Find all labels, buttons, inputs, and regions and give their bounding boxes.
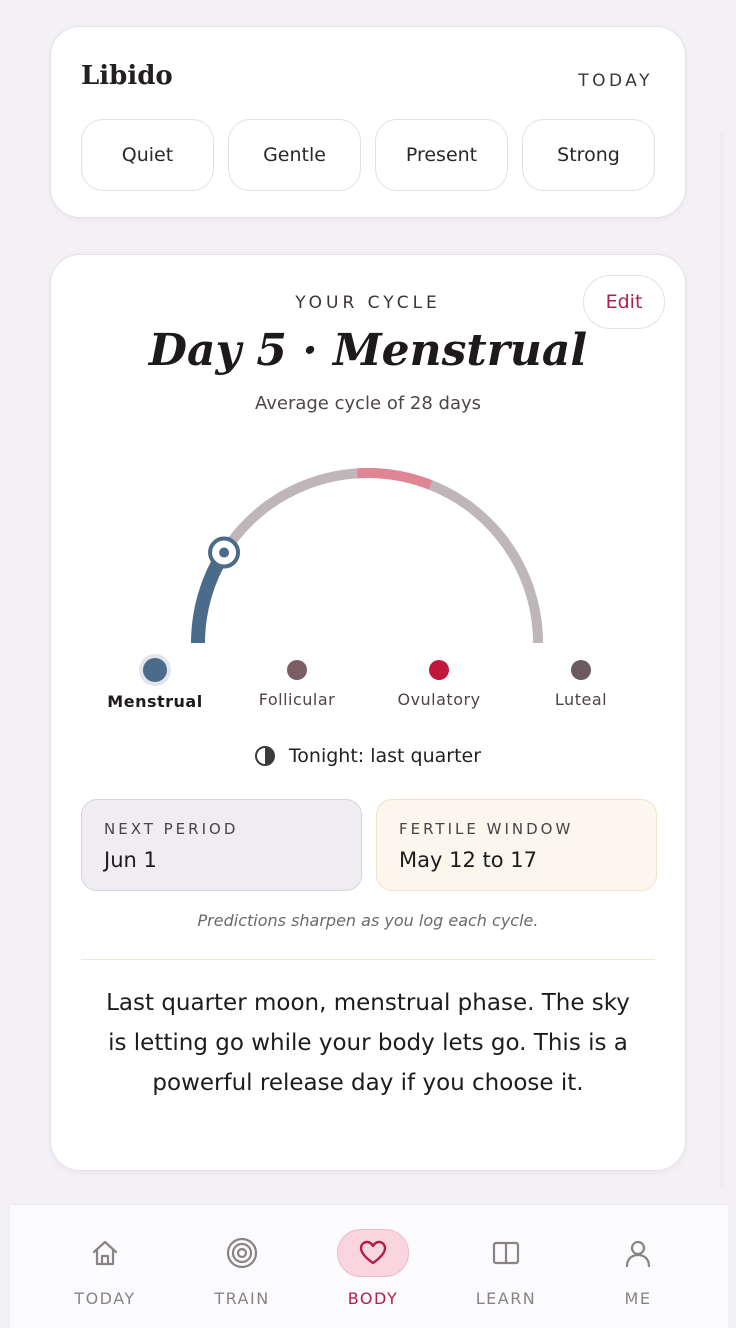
next-period-label: NEXT PERIOD bbox=[104, 820, 239, 838]
phase-luteal[interactable]: Luteal bbox=[511, 660, 651, 709]
nav-today-label: TODAY bbox=[74, 1289, 136, 1308]
phase-menstrual[interactable]: Menstrual bbox=[85, 658, 225, 711]
phase-dot-follicular bbox=[287, 660, 307, 680]
page-scrollbar[interactable] bbox=[720, 130, 724, 1190]
nav-train[interactable]: TRAIN bbox=[187, 1227, 297, 1308]
cycle-arc-ovulatory-segment bbox=[357, 468, 433, 490]
libido-option-strong[interactable]: Strong bbox=[522, 119, 655, 191]
phase-label-ovulatory: Ovulatory bbox=[397, 690, 481, 709]
moon-phase-row: Tonight: last quarter bbox=[51, 745, 685, 767]
libido-option-gentle[interactable]: Gentle bbox=[228, 119, 361, 191]
fertile-window-value: May 12 to 17 bbox=[399, 848, 537, 872]
half-moon-icon bbox=[254, 746, 275, 766]
phase-dot-menstrual bbox=[143, 658, 167, 682]
bottom-nav: TODAY TRAIN BODY LEARN ME bbox=[10, 1204, 728, 1328]
fertile-window-label: FERTILE WINDOW bbox=[399, 820, 574, 838]
target-icon bbox=[226, 1237, 258, 1269]
cycle-insight-text: Last quarter moon, menstrual phase. The … bbox=[106, 990, 630, 1096]
libido-title: Libido bbox=[81, 61, 173, 91]
libido-option-present[interactable]: Present bbox=[375, 119, 508, 191]
nav-learn-label: LEARN bbox=[475, 1289, 537, 1308]
phase-label-luteal: Luteal bbox=[554, 690, 608, 709]
next-period-box: NEXT PERIOD Jun 1 bbox=[81, 799, 362, 891]
divider bbox=[81, 959, 655, 960]
nav-me[interactable]: ME bbox=[583, 1227, 693, 1308]
nav-me-label: ME bbox=[624, 1289, 652, 1308]
cycle-headline: Day 5 · Menstrual bbox=[148, 325, 588, 376]
cycle-arc-track bbox=[193, 468, 543, 644]
libido-options: Quiet Gentle Present Strong bbox=[81, 119, 655, 191]
cycle-arc bbox=[191, 468, 543, 644]
libido-option-quiet[interactable]: Quiet bbox=[81, 119, 214, 191]
next-period-value: Jun 1 bbox=[104, 848, 157, 872]
nav-body-label: BODY bbox=[347, 1289, 399, 1308]
cycle-card: Edit YOUR CYCLE Day 5 · Menstrual Averag… bbox=[50, 254, 686, 1171]
nav-body-active-pill bbox=[337, 1229, 409, 1277]
home-icon bbox=[92, 1240, 118, 1266]
nav-today[interactable]: TODAY bbox=[50, 1227, 160, 1308]
phase-follicular[interactable]: Follicular bbox=[227, 660, 367, 709]
moon-phase-text: Tonight: last quarter bbox=[288, 745, 482, 767]
phase-dot-luteal bbox=[571, 660, 591, 680]
phase-dot-ovulatory bbox=[429, 660, 449, 680]
person-icon bbox=[625, 1240, 651, 1268]
prediction-note: Predictions sharpen as you log each cycl… bbox=[197, 911, 539, 930]
nav-train-label: TRAIN bbox=[214, 1289, 270, 1308]
nav-body[interactable]: BODY bbox=[318, 1227, 428, 1308]
cycle-day-marker-center bbox=[219, 547, 230, 558]
phase-ovulatory[interactable]: Ovulatory bbox=[369, 660, 509, 709]
book-icon bbox=[492, 1241, 520, 1265]
phase-label-menstrual: Menstrual bbox=[107, 692, 203, 711]
fertile-window-box: FERTILE WINDOW May 12 to 17 bbox=[376, 799, 657, 891]
libido-date-tag: TODAY bbox=[578, 71, 653, 91]
phase-label-follicular: Follicular bbox=[258, 690, 336, 709]
libido-card: Libido TODAY Quiet Gentle Present Strong bbox=[50, 26, 686, 218]
cycle-section-label: YOUR CYCLE bbox=[295, 293, 441, 313]
nav-learn[interactable]: LEARN bbox=[451, 1227, 561, 1308]
cycle-subtitle: Average cycle of 28 days bbox=[254, 393, 482, 414]
heart-icon bbox=[359, 1240, 387, 1265]
